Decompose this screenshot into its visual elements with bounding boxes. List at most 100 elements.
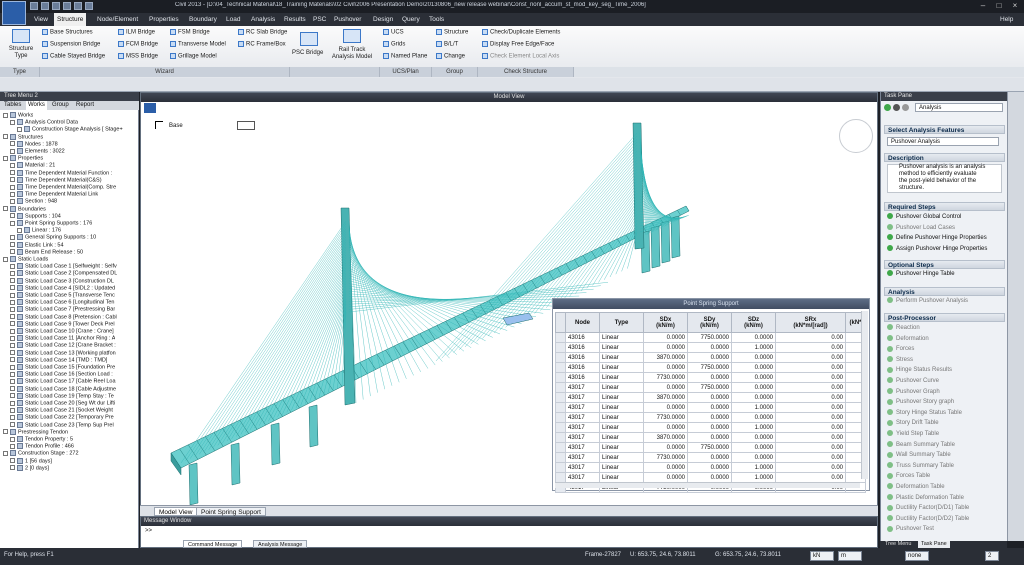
table-cell[interactable]: 43016 <box>565 342 600 353</box>
expand-icon[interactable] <box>10 270 15 276</box>
tab-tables[interactable]: Tables <box>2 101 23 110</box>
table-cell[interactable]: 0.00 <box>775 382 846 393</box>
table-cell[interactable]: 1.0000 <box>731 472 776 483</box>
expand-icon[interactable] <box>10 141 15 147</box>
tree-item[interactable]: Tendon Property : 5 <box>10 436 73 443</box>
task-item-req[interactable]: Assign Pushover Hinge Properties <box>887 244 987 254</box>
home-icon[interactable] <box>884 104 891 111</box>
expand-icon[interactable] <box>10 321 15 327</box>
task-item-req[interactable]: Define Pushover Hinge Properties <box>887 234 987 243</box>
table-row[interactable]: 43016 Linear 0.0000 7750.0000 0.0000 0.00 <box>555 362 866 373</box>
tree-item[interactable]: Time Dependent Material(Comp. Stre <box>10 184 116 191</box>
table-cell[interactable]: 43016 <box>565 372 600 383</box>
table-row[interactable]: 43017 Linear 0.0000 7750.0000 0.0000 0.00 <box>555 382 866 393</box>
tree-item[interactable]: Static Load Case 21 [Socket Weight <box>10 407 113 414</box>
tab-analysis-message[interactable]: Analysis Message <box>253 540 308 548</box>
table-cell[interactable]: Linear <box>599 442 644 453</box>
table-cell[interactable]: 0.0000 <box>643 332 688 343</box>
table-cell[interactable]: 0.0000 <box>643 442 688 453</box>
tree-item[interactable]: Static Load Case 5 [Transverse Tenc <box>10 292 115 299</box>
menu-design[interactable]: Design <box>373 13 393 26</box>
expand-icon[interactable] <box>3 134 8 140</box>
tree-item[interactable]: Static Load Case 20 [Seg Wt dur Lifti <box>10 400 115 407</box>
table-cell[interactable]: 0.0000 <box>731 432 776 443</box>
table-cell[interactable]: 0.0000 <box>643 402 688 413</box>
expand-icon[interactable] <box>10 364 15 370</box>
table-cell[interactable]: Linear <box>599 332 644 343</box>
task-item-post[interactable]: Stress <box>887 356 913 365</box>
menu-boundary[interactable]: Boundary <box>189 13 217 26</box>
table-cell[interactable]: 0.0000 <box>643 362 688 373</box>
task-item-post[interactable]: Pushover Graph <box>887 388 940 397</box>
expand-icon[interactable] <box>10 342 15 348</box>
table-cell[interactable]: 0.00 <box>775 342 846 353</box>
table-row[interactable]: 43017Linear7730.00000.00000.00000.00 <box>555 412 866 423</box>
rail-track-button[interactable]: Rail Track Analysis Model <box>328 47 376 61</box>
tree-item[interactable]: Static Load Case 1 [Selfweight : Selfv <box>10 263 117 270</box>
tree-item[interactable]: Section : 948 <box>10 198 57 205</box>
back-icon[interactable] <box>893 104 900 111</box>
table-row[interactable]: 43017 Linear 0.0000 7750.0000 0.0000 0.00 <box>555 442 866 453</box>
table-cell[interactable]: 43017 <box>565 462 600 473</box>
tree-item[interactable]: Elastic Link : 54 <box>10 241 64 249</box>
table-cell[interactable]: 43017 <box>565 412 600 423</box>
tree-item[interactable]: Static Load Case 4 [SIDL2 : Updated <box>10 284 115 292</box>
tree-item[interactable]: Nodes : 1878 <box>10 140 58 148</box>
print-icon[interactable] <box>63 2 71 10</box>
tab-works[interactable]: Works <box>26 101 47 110</box>
tree-item[interactable]: Static Load Case 8 [Pretension : Cabl <box>10 313 117 321</box>
mss-bridge-button[interactable]: MSS Bridge <box>118 53 158 60</box>
column-header[interactable]: SDz (kN/m) <box>731 312 776 333</box>
row-header[interactable] <box>555 372 566 383</box>
table-cell[interactable]: 3870.0000 <box>643 352 688 363</box>
table-cell[interactable]: Linear <box>599 382 644 393</box>
table-cell[interactable]: 3870.0000 <box>643 432 688 443</box>
help-button[interactable]: Help <box>1000 13 1013 26</box>
table-cell[interactable]: 0.0000 <box>643 382 688 393</box>
table-cell[interactable]: 1.0000 <box>731 342 776 353</box>
tree-item[interactable]: Structures <box>3 133 43 141</box>
row-header[interactable] <box>555 382 566 393</box>
table-cell[interactable]: Linear <box>599 432 644 443</box>
table-row[interactable]: 43017 Linear 3870.0000 0.0000 0.0000 0.00 <box>555 432 866 443</box>
expand-icon[interactable] <box>10 371 15 377</box>
table-cell[interactable]: 0.0000 <box>643 462 688 473</box>
tree-item[interactable]: Static Load Case 19 [Temp Stay : Te <box>10 392 114 400</box>
column-header[interactable]: Type <box>599 312 644 333</box>
tree-item[interactable]: Static Load Case 17 [Cable Reel Loa <box>10 378 116 385</box>
row-header[interactable] <box>555 452 566 463</box>
analysis-feature-select[interactable]: Pushover Analysis <box>887 137 999 146</box>
tree-item[interactable]: Static Load Case 23 [Temp Sup Prel <box>10 421 114 429</box>
expand-icon[interactable] <box>10 278 15 284</box>
expand-icon[interactable] <box>10 220 15 226</box>
column-header[interactable]: SRx (kN*m/[rad]) <box>775 312 846 333</box>
table-cell[interactable]: 0.00 <box>775 472 846 483</box>
free-edge-button[interactable]: Display Free Edge/Face <box>482 41 554 48</box>
tree-item[interactable]: Static Load Case 14 [TMD : TMD] <box>10 356 107 364</box>
tree-item[interactable]: General Spring Supports : 10 <box>10 234 96 241</box>
table-horizontal-scrollbar[interactable] <box>555 482 860 488</box>
expand-icon[interactable] <box>17 126 22 132</box>
table-row[interactable]: 43016 Linear 0.0000 0.0000 1.0000 0.00 <box>555 342 866 353</box>
save-icon[interactable] <box>52 2 60 10</box>
menu-structure[interactable]: Structure <box>54 13 87 26</box>
tree-item[interactable]: Static Load Case 9 [Tower Deck Prel <box>10 320 115 328</box>
table-cell[interactable]: 0.0000 <box>731 452 776 463</box>
table-cell[interactable]: Linear <box>599 372 644 383</box>
open-file-icon[interactable] <box>41 2 49 10</box>
suspension-bridge-button[interactable]: Suspension Bridge <box>42 41 100 48</box>
fsm-bridge-button[interactable]: FSM Bridge <box>170 29 210 36</box>
grids-button[interactable]: Grids <box>383 41 405 48</box>
expand-icon[interactable] <box>3 112 8 118</box>
table-cell[interactable]: 0.00 <box>775 442 846 453</box>
expand-icon[interactable] <box>10 170 15 176</box>
table-cell[interactable]: 0.0000 <box>731 382 776 393</box>
tree-item[interactable]: Time Dependent Material(C&S) <box>10 176 102 184</box>
rc-frame-box-button[interactable]: RC Frame/Box <box>238 41 286 48</box>
expand-icon[interactable] <box>10 162 15 168</box>
task-item-post[interactable]: Wall Summary Table <box>887 451 951 460</box>
expand-icon[interactable] <box>10 234 15 240</box>
menu-view[interactable]: View <box>34 13 48 26</box>
change-button[interactable]: Change <box>436 53 465 60</box>
menu-properties[interactable]: Properties <box>149 13 179 26</box>
